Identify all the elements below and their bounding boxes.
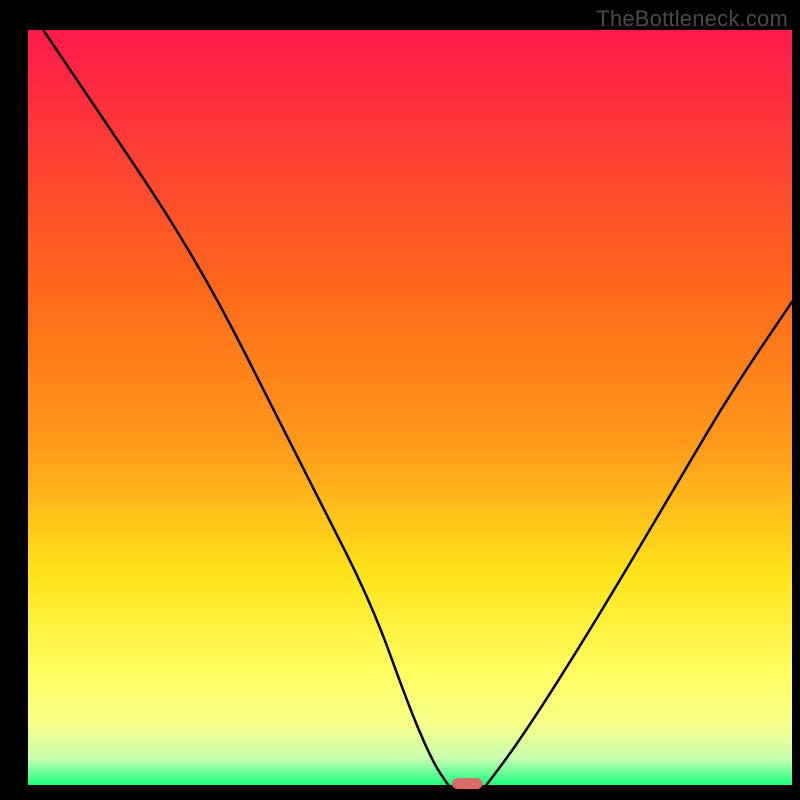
watermark-text: TheBottleneck.com (596, 6, 788, 32)
bottleneck-chart (0, 0, 800, 800)
bottom-marker (452, 778, 483, 789)
plot-background (28, 30, 792, 785)
chart-frame: TheBottleneck.com (0, 0, 800, 800)
